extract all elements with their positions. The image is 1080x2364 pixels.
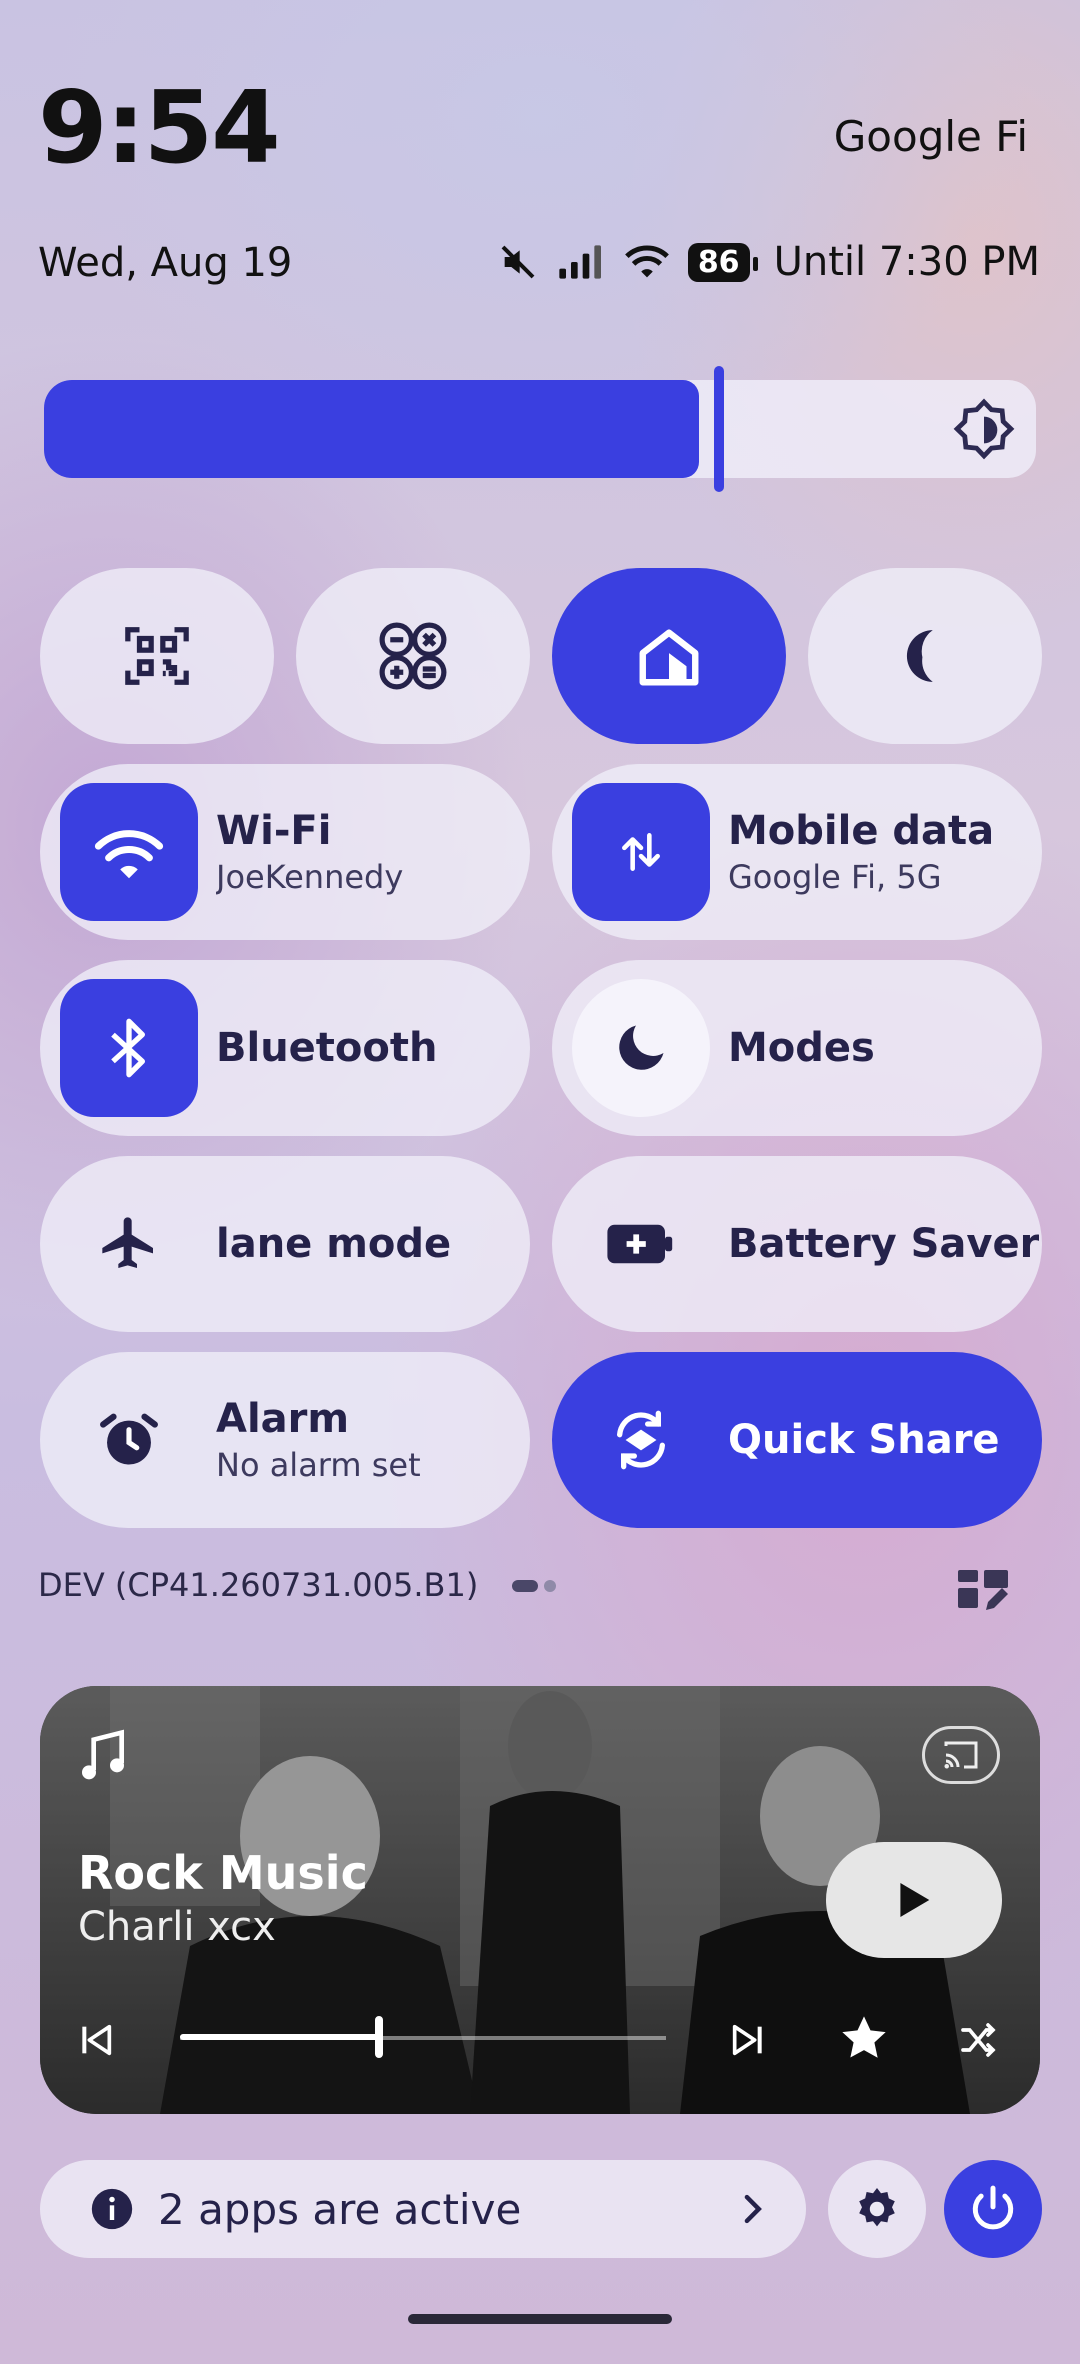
bluetooth-icon-box[interactable] [60, 979, 198, 1117]
gear-icon [859, 2188, 895, 2227]
date: Wed, Aug 19 [38, 240, 293, 286]
modes-tile[interactable]: Modes [552, 960, 1042, 1136]
battery-icon: 86 [687, 242, 758, 282]
skip-next-icon[interactable] [728, 2020, 768, 2060]
mobile-data-icon [622, 833, 660, 871]
track-artist: Charli xcx [78, 1904, 276, 1950]
airplane-mode-tile[interactable]: lane mode [40, 1156, 530, 1332]
signal-icon [559, 245, 601, 279]
skip-previous-icon[interactable] [76, 2020, 116, 2060]
home-gesture-bar[interactable] [408, 2314, 672, 2324]
mobile-data-label: Mobile data [728, 808, 995, 854]
clock: 9:54 [38, 69, 281, 186]
music-note-icon [82, 1729, 124, 1780]
home-icon [639, 629, 699, 686]
wifi-network: JoeKennedy [216, 858, 404, 896]
seek-progress [180, 2034, 379, 2040]
info-icon [91, 2188, 133, 2230]
qr-code-icon [125, 627, 189, 685]
battery-plus-icon [607, 1224, 673, 1264]
airplane-icon [102, 1217, 153, 1268]
modes-label: Modes [728, 1025, 875, 1071]
airplane-mode-label: lane mode [216, 1221, 452, 1267]
alarm-icon-box [60, 1371, 198, 1509]
track-title: Rock Music [78, 1846, 368, 1900]
wifi-icon [94, 830, 164, 879]
bluetooth-icon [111, 1018, 145, 1078]
carrier-name: Google Fi [833, 112, 1028, 161]
play-button[interactable] [826, 1842, 1002, 1958]
battery-saver-label: Battery Saver [728, 1221, 1040, 1267]
favorite-star-icon[interactable] [838, 2012, 890, 2064]
wifi-tile-icon-box[interactable] [60, 783, 198, 921]
calculator-tile[interactable] [296, 568, 530, 744]
brightness-icon [953, 398, 1015, 460]
status-icons: 86 Until 7:30 PM [498, 236, 1040, 288]
dark-theme-tile[interactable] [808, 568, 1042, 744]
power-button[interactable] [944, 2160, 1042, 2258]
qr-scanner-tile[interactable] [40, 568, 274, 744]
moon-icon [906, 630, 933, 682]
play-icon [900, 1883, 930, 1917]
alarm-tile[interactable]: Alarm No alarm set [40, 1352, 530, 1528]
home-tile[interactable] [552, 568, 786, 744]
wifi-icon [624, 245, 669, 278]
battery-saver-tile[interactable]: Battery Saver [552, 1156, 1042, 1332]
alarm-label: Alarm [216, 1396, 350, 1442]
battery-level: 86 [697, 244, 740, 280]
cast-button[interactable] [922, 1726, 1000, 1784]
quick-share-icon [617, 1410, 665, 1470]
mute-icon [501, 245, 535, 279]
moon-icon [619, 1025, 664, 1070]
airplane-icon-box [60, 1175, 198, 1313]
quick-share-tile[interactable]: Quick Share [552, 1352, 1042, 1528]
mobile-data-tile[interactable]: Mobile data Google Fi, 5G [552, 764, 1042, 940]
quick-share-label: Quick Share [728, 1417, 1000, 1463]
brightness-fill [44, 380, 699, 478]
page-indicator [512, 1580, 556, 1592]
alarm-status: No alarm set [216, 1446, 421, 1484]
build-number: DEV (CP41.260731.005.B1) [38, 1566, 479, 1604]
chevron-right-icon [744, 2194, 762, 2224]
media-player[interactable]: Rock Music Charli xcx [40, 1686, 1040, 2114]
battery-saver-icon-box [572, 1175, 710, 1313]
battery-status: Until 7:30 PM [773, 239, 1040, 285]
mobile-data-carrier: Google Fi, 5G [728, 858, 942, 896]
seek-thumb[interactable] [375, 2016, 383, 2058]
bluetooth-tile[interactable]: Bluetooth [40, 960, 530, 1136]
calculator-icon [379, 622, 447, 690]
edit-tiles-icon[interactable] [956, 1566, 1012, 1614]
alarm-clock-icon [100, 1413, 158, 1465]
bluetooth-label: Bluetooth [216, 1025, 438, 1071]
active-apps-text: 2 apps are active [158, 2184, 522, 2234]
settings-button[interactable] [828, 2160, 926, 2258]
cast-icon [944, 1741, 978, 1769]
wifi-tile[interactable]: Wi-Fi JoeKennedy [40, 764, 530, 940]
power-icon [972, 2185, 1014, 2230]
brightness-handle[interactable] [714, 366, 724, 492]
mobile-data-icon-box[interactable] [572, 783, 710, 921]
modes-icon-box[interactable] [572, 979, 710, 1117]
page-dot [544, 1580, 556, 1592]
active-apps-button[interactable]: 2 apps are active [40, 2160, 806, 2258]
page-dot-active [512, 1580, 538, 1592]
quick-share-icon-box [572, 1371, 710, 1509]
wifi-label: Wi-Fi [216, 808, 332, 854]
shuffle-icon[interactable] [958, 2020, 998, 2060]
